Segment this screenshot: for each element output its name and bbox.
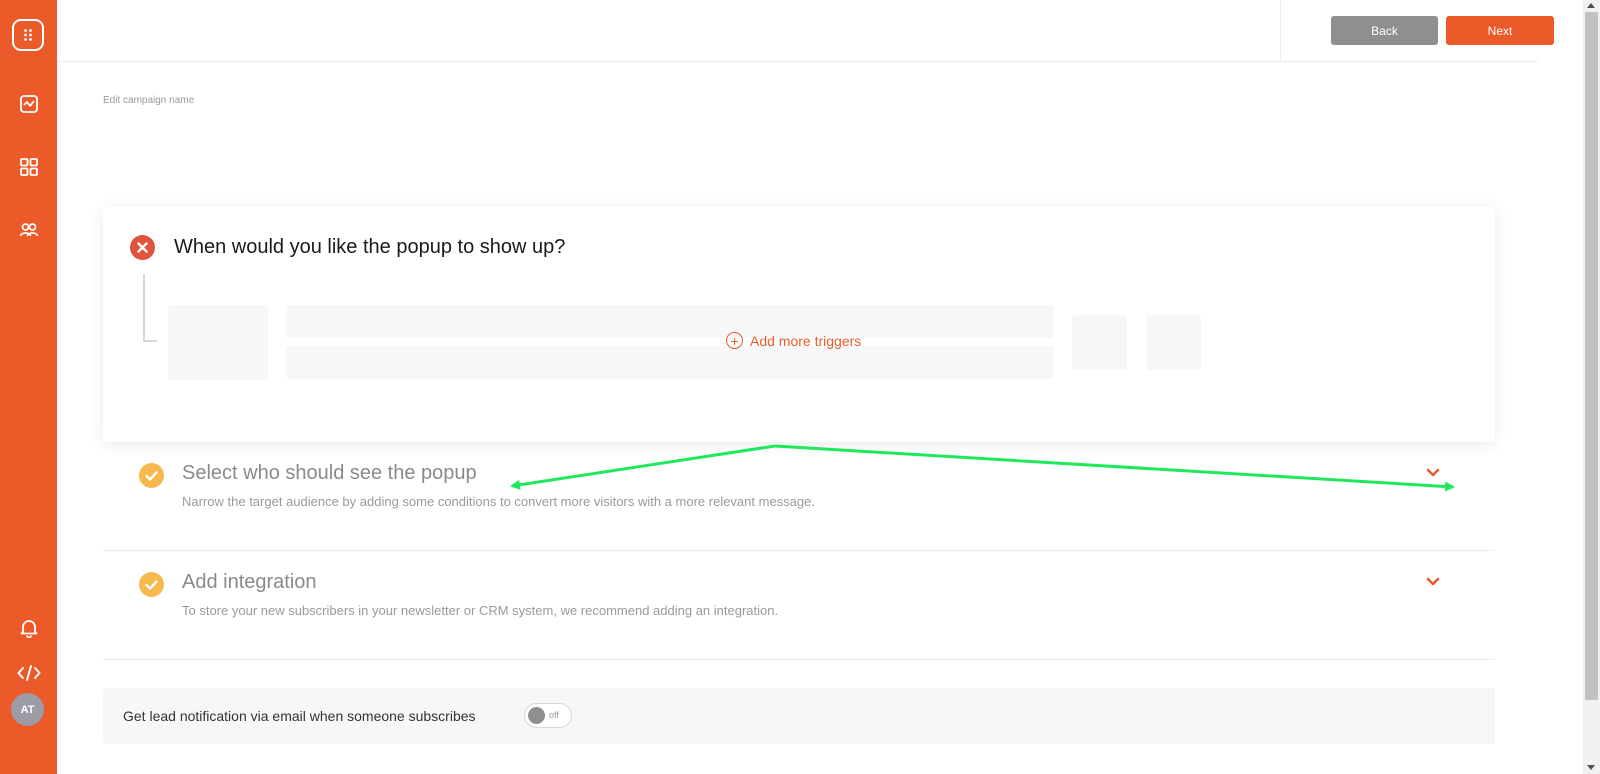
trigger-card: When would you like the popup to show up…: [103, 207, 1495, 442]
code-icon[interactable]: [0, 663, 57, 683]
toggle-state-label: off: [549, 710, 559, 720]
trigger-placeholder-line: [286, 305, 1054, 338]
trigger-placeholder-thumb: [168, 305, 268, 380]
toggle-knob: [528, 707, 545, 724]
plus-circle-icon: +: [726, 332, 743, 349]
grid-icon[interactable]: [0, 156, 57, 178]
app-logo-icon[interactable]: [12, 19, 44, 51]
activity-chart-icon[interactable]: [0, 93, 57, 115]
scroll-up-icon[interactable]: [1587, 3, 1595, 8]
topbar-divider: [1280, 0, 1281, 62]
trigger-card-title: When would you like the popup to show up…: [174, 236, 566, 258]
trigger-placeholder-action: [1146, 315, 1201, 370]
audience-section[interactable]: Select who should see the popup Narrow t…: [103, 443, 1495, 551]
add-more-triggers-button[interactable]: + Add more triggers: [726, 332, 861, 349]
vertical-scrollbar[interactable]: [1583, 0, 1600, 774]
chevron-down-icon[interactable]: [1425, 467, 1441, 479]
lead-notification-row: Get lead notification via email when som…: [103, 688, 1495, 744]
tree-connector: [143, 274, 157, 342]
back-button[interactable]: Back: [1331, 16, 1438, 45]
lead-notification-toggle[interactable]: off: [524, 703, 572, 728]
trigger-placeholder-action: [1072, 315, 1127, 370]
edit-campaign-name-link[interactable]: Edit campaign name: [103, 95, 194, 106]
integration-section-title: Add integration: [182, 571, 317, 593]
next-button[interactable]: Next: [1446, 16, 1554, 45]
audience-section-description: Narrow the target audience by adding som…: [182, 494, 815, 509]
add-more-triggers-label: Add more triggers: [750, 332, 862, 349]
scroll-down-icon[interactable]: [1587, 765, 1595, 770]
integration-section-description: To store your new subscribers in your ne…: [182, 603, 779, 618]
users-icon[interactable]: [0, 220, 57, 240]
top-bar: Back Next: [57, 0, 1554, 62]
sidebar: AT: [0, 0, 57, 774]
chevron-down-icon[interactable]: [1425, 576, 1441, 588]
lead-notification-label: Get lead notification via email when som…: [123, 708, 476, 724]
scroll-thumb[interactable]: [1585, 12, 1598, 700]
avatar[interactable]: AT: [11, 693, 44, 726]
trigger-placeholder-line: [286, 346, 1054, 379]
check-icon: [139, 572, 164, 597]
error-x-icon: [130, 235, 155, 260]
check-icon: [139, 463, 164, 488]
audience-section-title: Select who should see the popup: [182, 462, 477, 484]
integration-section[interactable]: Add integration To store your new subscr…: [103, 552, 1495, 660]
bell-icon[interactable]: [0, 617, 57, 639]
